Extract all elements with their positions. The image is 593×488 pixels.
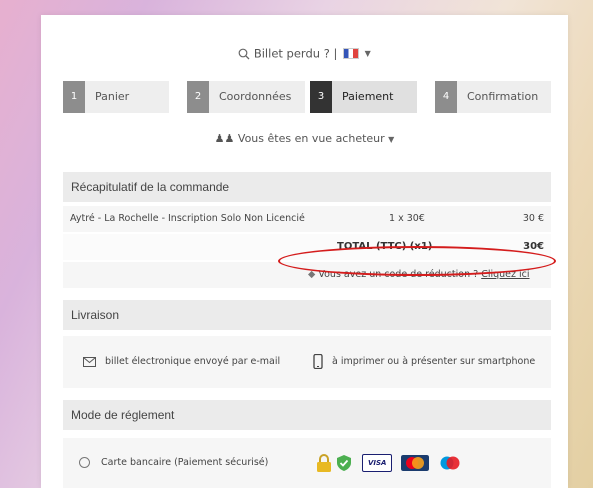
card-payment-label: Carte bancaire (Paiement sécurisé) (101, 457, 269, 468)
step-label: Paiement (342, 90, 394, 103)
topbar-separator: | (333, 46, 338, 61)
buyer-mode-label: Vous êtes en vue acheteur (237, 132, 385, 145)
secure-lock-icon (317, 453, 331, 472)
step-details[interactable]: 2 Coordonnées (187, 81, 305, 113)
users-icon: ♟♟ (214, 132, 235, 145)
chevron-down-icon: ▼ (388, 135, 395, 144)
card-brands: VISA (316, 452, 466, 472)
step-number: 2 (187, 81, 209, 113)
step-label: Confirmation (467, 90, 539, 103)
payment-options: Carte bancaire (Paiement sécurisé) VISA (63, 438, 551, 488)
print-delivery: à imprimer ou à présenter sur smartphone (313, 336, 535, 388)
step-confirmation[interactable]: 4 Confirmation (435, 81, 551, 113)
step-cart[interactable]: 1 Panier (63, 81, 169, 113)
card-payment-option[interactable]: Carte bancaire (Paiement sécurisé) (79, 438, 268, 488)
envelope-icon (83, 356, 96, 367)
shield-check-icon (337, 454, 352, 471)
lost-ticket-link[interactable]: Billet perdu ? (254, 47, 330, 61)
delivery-header: Livraison (63, 300, 551, 330)
search-icon[interactable] (238, 48, 250, 60)
delivery-options: billet électronique envoyé par e-mail à … (63, 336, 551, 388)
flag-fr-icon[interactable] (343, 48, 359, 59)
topbar: Billet perdu ? | ▼ (41, 46, 568, 61)
order-summary-header: Récapitulatif de la commande (63, 172, 551, 202)
step-number: 1 (63, 81, 85, 113)
line-item-qty: 1 x 30€ (389, 213, 425, 224)
chevron-down-icon[interactable]: ▼ (365, 49, 371, 58)
order-line: Aytré - La Rochelle - Inscription Solo N… (63, 206, 551, 232)
step-number: 3 (310, 81, 332, 113)
payment-method-header: Mode de réglement (63, 400, 551, 430)
smartphone-icon (313, 353, 323, 370)
print-delivery-label: à imprimer ou à présenter sur smartphone (332, 356, 536, 367)
step-label: Coordonnées (219, 90, 292, 103)
buyer-mode-selector[interactable]: ♟♟ Vous êtes en vue acheteur ▼ (41, 132, 568, 145)
line-item-name: Aytré - La Rochelle - Inscription Solo N… (70, 213, 305, 224)
email-delivery: billet électronique envoyé par e-mail (83, 336, 280, 388)
payment-radio[interactable] (79, 457, 90, 468)
line-item-amount: 30 € (522, 213, 544, 224)
email-delivery-label: billet électronique envoyé par e-mail (105, 356, 281, 367)
discount-annotation-oval (278, 246, 556, 276)
mastercard-icon (401, 454, 430, 471)
step-number: 4 (435, 81, 457, 113)
step-label: Panier (95, 90, 130, 103)
step-payment[interactable]: 3 Paiement (310, 81, 417, 113)
visa-card-icon: VISA (362, 453, 393, 472)
checkout-steps: 1 Panier 2 Coordonnées 3 Paiement 4 Conf… (63, 81, 551, 113)
maestro-icon (440, 456, 460, 469)
